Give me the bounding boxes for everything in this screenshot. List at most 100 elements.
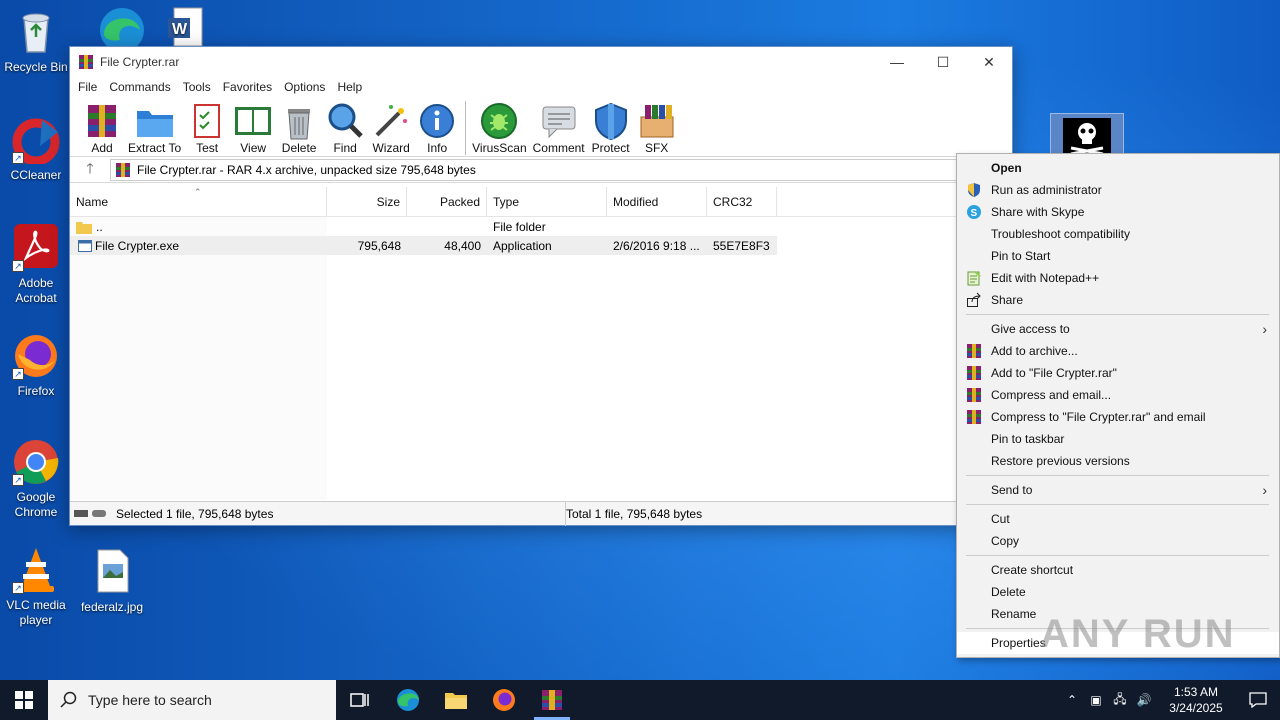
edge-icon	[96, 4, 144, 52]
column-header-crc32[interactable]: CRC32	[707, 186, 777, 217]
context-menu-copy[interactable]: Copy	[957, 530, 1279, 552]
protect-shield-icon	[591, 101, 631, 141]
desktop-icon-label: Google Chrome	[14, 490, 58, 519]
desktop-icon-vlc[interactable]: ↗ VLC media player	[0, 546, 72, 628]
toolbar-label: Info	[427, 141, 448, 155]
context-menu-share-with-skype[interactable]: S Share with Skype	[957, 201, 1279, 223]
adobe-acrobat-icon: ↗	[12, 224, 60, 272]
toolbar: Add Extract To Test View Delete Find Wiz…	[70, 97, 1012, 157]
toolbar-wizard-button[interactable]: Wizard	[371, 101, 411, 155]
tray-device-icon[interactable]: ▣	[1084, 693, 1108, 707]
toolbar-delete-button[interactable]: Delete	[279, 101, 319, 155]
start-button[interactable]	[0, 680, 48, 720]
toolbar-add-button[interactable]: Add	[82, 101, 122, 155]
table-row[interactable]: .. File folder	[70, 217, 1012, 236]
taskbar-edge[interactable]	[384, 680, 432, 720]
toolbar-label: Delete	[281, 141, 317, 155]
context-menu-run-as-administrator[interactable]: Run as administrator	[957, 179, 1279, 201]
path-field[interactable]: File Crypter.rar - RAR 4.x archive, unpa…	[110, 158, 1010, 181]
toolbar-info-button[interactable]: Info	[417, 101, 457, 155]
up-arrow-icon[interactable]: 🡑	[70, 158, 110, 182]
context-menu-restore-previous-versions[interactable]: Restore previous versions	[957, 450, 1279, 472]
menu-tools[interactable]: Tools	[177, 80, 217, 94]
toolbar-label: Find	[333, 141, 357, 155]
image-file-icon	[88, 548, 136, 596]
context-menu-troubleshoot-compatibility[interactable]: Troubleshoot compatibility	[957, 223, 1279, 245]
toolbar-separator	[465, 101, 467, 155]
winrar-window: File Crypter.rar — ☐ ✕ File Commands Too…	[69, 46, 1013, 526]
wizard-wand-icon	[371, 101, 411, 141]
menu-file[interactable]: File	[72, 80, 103, 94]
chrome-icon: ↗	[12, 438, 60, 486]
context-menu-create-shortcut[interactable]: Create shortcut	[957, 559, 1279, 581]
desktop-icon-recycle-bin[interactable]: Recycle Bin	[0, 8, 72, 75]
minimize-button[interactable]: —	[874, 47, 920, 77]
context-menu-delete[interactable]: Delete	[957, 581, 1279, 603]
context-menu-give-access-to[interactable]: Give access to ›	[957, 318, 1279, 340]
context-menu-pin-to-start[interactable]: Pin to Start	[957, 245, 1279, 267]
desktop-icon-ccleaner[interactable]: ↗ CCleaner	[0, 116, 72, 183]
desktop-icon-adobe-acrobat[interactable]: ↗ Adobe Acrobat	[0, 224, 72, 306]
table-row[interactable]: File Crypter.exe 795,648 48,400 Applicat…	[70, 236, 777, 255]
clock-date: 3/24/2025	[1169, 701, 1223, 715]
taskbar-file-explorer[interactable]	[432, 680, 480, 720]
toolbar-label: View	[240, 141, 267, 155]
toolbar-label: Add	[91, 141, 113, 155]
notification-center-button[interactable]	[1236, 692, 1280, 708]
file-type: File folder	[493, 219, 546, 234]
notepadpp-icon	[966, 270, 982, 286]
menu-commands[interactable]: Commands	[103, 80, 176, 94]
context-menu-compress-to-rar-and-email[interactable]: Compress to "File Crypter.rar" and email	[957, 406, 1279, 428]
task-view-button[interactable]	[336, 680, 384, 720]
taskbar-clock[interactable]: 1:53 AM 3/24/2025	[1156, 684, 1236, 716]
name-column-background	[70, 217, 327, 500]
file-list: ⌃ Name Size Packed Type Modified CRC32 .…	[70, 186, 1012, 500]
menu-favorites[interactable]: Favorites	[217, 80, 278, 94]
volume-icon[interactable]: 🔊	[1132, 693, 1156, 707]
column-header-type[interactable]: Type	[487, 186, 607, 217]
context-menu-add-to-file-crypter-rar[interactable]: Add to "File Crypter.rar"	[957, 362, 1279, 384]
desktop-icon-firefox[interactable]: ↗ Firefox	[0, 332, 72, 399]
toolbar-view-button[interactable]: View	[233, 101, 273, 155]
context-menu-compress-and-email[interactable]: Compress and email...	[957, 384, 1279, 406]
clock-time: 1:53 AM	[1173, 685, 1219, 699]
toolbar-extract-to-button[interactable]: Extract To	[128, 101, 181, 155]
toolbar-find-button[interactable]: Find	[325, 101, 365, 155]
toolbar-comment-button[interactable]: Comment	[533, 101, 585, 155]
column-header-modified[interactable]: Modified	[607, 186, 707, 217]
network-icon[interactable]: 🖧	[1108, 690, 1132, 711]
context-menu-edit-with-notepadpp[interactable]: Edit with Notepad++	[957, 267, 1279, 289]
close-button[interactable]: ✕	[966, 47, 1012, 77]
taskbar-search-box[interactable]: Type here to search	[48, 680, 336, 720]
toolbar-sfx-button[interactable]: SFX	[637, 101, 677, 155]
context-menu-add-to-archive[interactable]: Add to archive...	[957, 340, 1279, 362]
desktop-icon-federalz-jpg[interactable]: federalz.jpg	[76, 548, 148, 615]
tray-overflow-chevron-icon[interactable]: ⌃	[1060, 693, 1084, 707]
maximize-button[interactable]: ☐	[920, 47, 966, 77]
taskbar-winrar[interactable]	[528, 680, 576, 720]
context-menu-share[interactable]: Share	[957, 289, 1279, 311]
rar-archive-icon	[116, 162, 130, 177]
desktop-icon-label: Adobe Acrobat	[15, 276, 57, 305]
file-modified: 2/6/2016 9:18 ...	[613, 238, 700, 253]
column-header-packed[interactable]: Packed	[407, 186, 487, 217]
column-header-size[interactable]: Size	[327, 186, 407, 217]
skype-icon: S	[966, 204, 982, 220]
menu-options[interactable]: Options	[278, 80, 331, 94]
search-icon	[60, 691, 77, 708]
toolbar-test-button[interactable]: Test	[187, 101, 227, 155]
toolbar-protect-button[interactable]: Protect	[591, 101, 631, 155]
context-menu-send-to[interactable]: Send to ›	[957, 479, 1279, 501]
window-titlebar[interactable]: File Crypter.rar — ☐ ✕	[70, 47, 1012, 77]
taskbar-firefox[interactable]	[480, 680, 528, 720]
uac-shield-icon	[966, 182, 982, 198]
desktop-icon-file-crypter[interactable]	[1050, 113, 1124, 156]
toolbar-virusscan-button[interactable]: VirusScan	[472, 101, 527, 155]
context-menu-pin-to-taskbar[interactable]: Pin to taskbar	[957, 428, 1279, 450]
context-menu-cut[interactable]: Cut	[957, 508, 1279, 530]
desktop-icon-google-chrome[interactable]: ↗ Google Chrome	[0, 438, 72, 520]
firefox-icon	[493, 689, 515, 711]
menu-help[interactable]: Help	[331, 80, 368, 94]
context-menu-open[interactable]: Open	[957, 157, 1279, 179]
submenu-chevron-icon: ›	[1262, 321, 1267, 337]
